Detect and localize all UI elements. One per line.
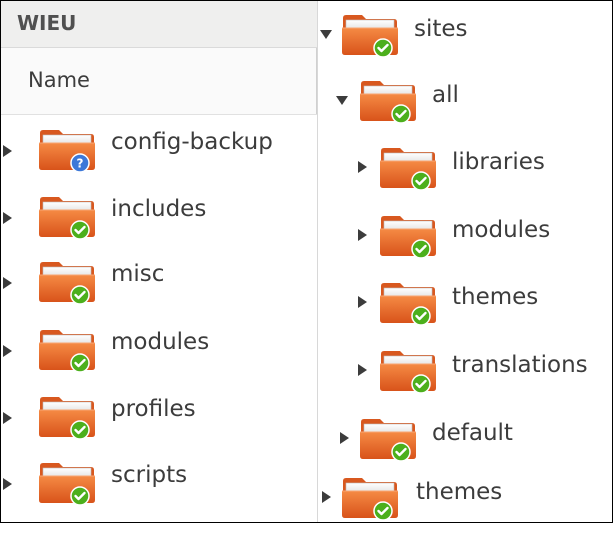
tree-folder-label: modules — [452, 217, 551, 243]
tree-folder-row[interactable]: themes — [0, 282, 613, 342]
folder-icon — [378, 143, 438, 191]
tree-folder-label: all — [432, 82, 459, 108]
tree-folder-row[interactable]: translations — [0, 350, 613, 410]
check-badge-icon — [411, 374, 431, 394]
check-badge-icon — [373, 501, 393, 521]
folder-icon — [358, 414, 418, 462]
check-badge-icon — [391, 442, 411, 462]
expander-arrow-icon[interactable] — [340, 432, 349, 444]
check-badge-icon — [411, 239, 431, 259]
expanded-arrow-icon[interactable] — [320, 30, 332, 39]
folder-icon — [378, 278, 438, 326]
check-badge-icon — [391, 104, 411, 124]
tree-folder-label: default — [432, 420, 513, 446]
tree-folder-label: themes — [416, 479, 503, 505]
tree-folder-row[interactable]: default — [0, 418, 613, 478]
tree-folder-label: themes — [452, 284, 539, 310]
check-badge-icon — [411, 171, 431, 191]
folder-icon — [378, 346, 438, 394]
expander-arrow-icon[interactable] — [358, 161, 367, 173]
expander-arrow-icon[interactable] — [358, 296, 367, 308]
tree-folder-label: libraries — [452, 149, 545, 175]
check-badge-icon — [373, 38, 393, 58]
tree-folder-row[interactable]: sites — [0, 14, 613, 74]
expander-arrow-icon[interactable] — [322, 491, 331, 503]
folder-icon — [358, 76, 418, 124]
tree-folder-label: sites — [414, 16, 468, 42]
folder-icon — [378, 211, 438, 259]
tree-folder-row[interactable]: all — [0, 80, 613, 140]
tree-folder-row[interactable]: themes — [0, 477, 613, 537]
check-badge-icon — [411, 306, 431, 326]
expander-arrow-icon[interactable] — [358, 364, 367, 376]
folder-icon — [340, 473, 400, 521]
tree-folder-label: translations — [452, 352, 588, 378]
expander-arrow-icon[interactable] — [358, 229, 367, 241]
tree-folder-row[interactable]: modules — [0, 215, 613, 275]
expanded-arrow-icon[interactable] — [336, 96, 348, 105]
folder-icon — [340, 10, 400, 58]
tree-folder-row[interactable]: libraries — [0, 147, 613, 207]
